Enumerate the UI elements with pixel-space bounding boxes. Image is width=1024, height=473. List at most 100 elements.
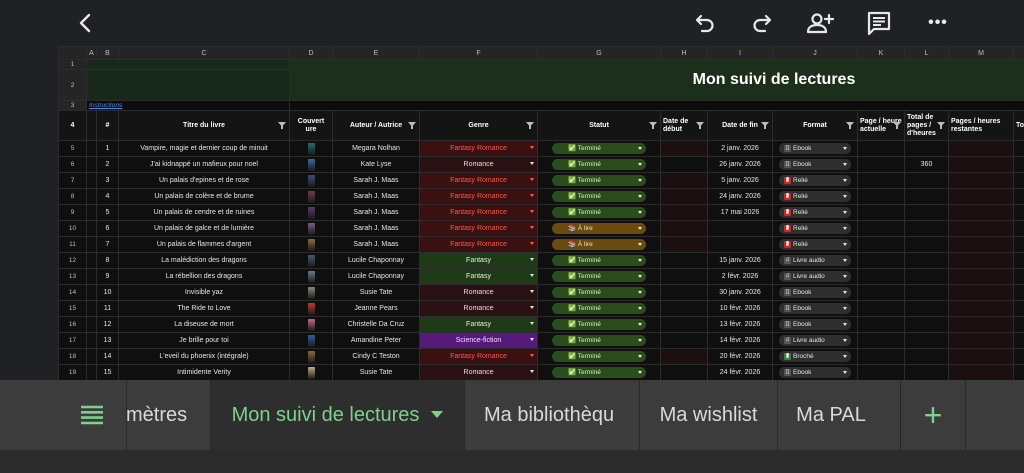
book-number-cell[interactable]: 14 bbox=[96, 348, 119, 365]
start-date-cell[interactable] bbox=[660, 316, 708, 333]
author-cell[interactable]: Lucile Chaponnay bbox=[332, 252, 420, 269]
format-dropdown[interactable]: ▮ Relié bbox=[779, 191, 851, 202]
pages-hour-cell[interactable] bbox=[857, 284, 905, 301]
genre-dropdown[interactable]: Romance bbox=[420, 365, 537, 380]
author-cell[interactable]: Susie Tate bbox=[332, 364, 420, 380]
cell[interactable] bbox=[86, 364, 97, 380]
row-number[interactable]: 9 bbox=[58, 204, 87, 221]
column-header[interactable]: C bbox=[118, 46, 290, 60]
total-pages-cell[interactable] bbox=[904, 348, 949, 365]
end-date-cell[interactable]: 15 janv. 2026 bbox=[707, 252, 773, 269]
status-dropdown[interactable]: ✅ Terminé bbox=[552, 335, 646, 346]
genre-dropdown[interactable]: Fantasy Romance bbox=[420, 205, 537, 220]
remaining-pages-cell[interactable] bbox=[948, 156, 1014, 173]
row-number[interactable]: 12 bbox=[58, 252, 87, 269]
column-header[interactable]: M bbox=[948, 46, 1014, 60]
end-date-cell[interactable]: 13 févr. 2026 bbox=[707, 316, 773, 333]
format-dropdown[interactable]: ▯ Ebook bbox=[779, 287, 851, 298]
remaining-pages-cell[interactable] bbox=[948, 236, 1014, 253]
genre-cell[interactable]: Fantasy Romance bbox=[419, 236, 538, 253]
start-date-cell[interactable] bbox=[660, 172, 708, 189]
cell[interactable] bbox=[86, 110, 97, 141]
row-number[interactable]: 8 bbox=[58, 188, 87, 205]
row-number[interactable]: 19 bbox=[58, 364, 87, 380]
cover-cell[interactable] bbox=[289, 332, 333, 349]
book-number-cell[interactable]: 10 bbox=[96, 284, 119, 301]
genre-cell[interactable]: Fantasy Romance bbox=[419, 140, 538, 157]
genre-cell[interactable]: Fantasy Romance bbox=[419, 348, 538, 365]
extra-cell[interactable] bbox=[1013, 140, 1024, 157]
book-number-cell[interactable]: 9 bbox=[96, 268, 119, 285]
pages-hour-cell[interactable] bbox=[857, 348, 905, 365]
remaining-pages-cell[interactable] bbox=[948, 268, 1014, 285]
filter-icon[interactable] bbox=[526, 122, 534, 129]
format-dropdown[interactable]: ▮ Broché bbox=[779, 351, 851, 362]
cell[interactable] bbox=[86, 300, 97, 317]
tab-ma-wishlist[interactable]: Ma wishlist bbox=[640, 380, 777, 450]
format-cell[interactable]: ♫ Livre audio bbox=[772, 268, 858, 285]
row-number[interactable]: 10 bbox=[58, 220, 87, 237]
status-cell[interactable]: ✅ Terminé bbox=[537, 156, 661, 173]
pages-hour-cell[interactable] bbox=[857, 300, 905, 317]
book-number-cell[interactable]: 8 bbox=[96, 252, 119, 269]
column-header[interactable]: E bbox=[332, 46, 420, 60]
row-number[interactable]: 1 bbox=[58, 59, 87, 70]
start-date-cell[interactable] bbox=[660, 188, 708, 205]
status-dropdown[interactable]: ✅ Terminé bbox=[552, 351, 646, 362]
start-date-cell[interactable] bbox=[660, 204, 708, 221]
genre-dropdown[interactable]: Fantasy Romance bbox=[420, 349, 537, 364]
extra-cell[interactable] bbox=[1013, 220, 1024, 237]
cover-cell[interactable] bbox=[289, 140, 333, 157]
status-cell[interactable]: ✅ Terminé bbox=[537, 188, 661, 205]
pages-hour-cell[interactable] bbox=[857, 316, 905, 333]
format-cell[interactable]: ▮ Relié bbox=[772, 188, 858, 205]
genre-cell[interactable]: Romance bbox=[419, 300, 538, 317]
filter-icon[interactable] bbox=[761, 122, 769, 129]
format-dropdown[interactable]: ▯ Ebook bbox=[779, 367, 851, 378]
start-date-cell[interactable] bbox=[660, 348, 708, 365]
total-pages-cell[interactable] bbox=[904, 204, 949, 221]
total-pages-cell[interactable] bbox=[904, 220, 949, 237]
row-number[interactable]: 14 bbox=[58, 284, 87, 301]
format-dropdown[interactable]: ▯ Ebook bbox=[779, 319, 851, 330]
genre-cell[interactable]: Fantasy Romance bbox=[419, 172, 538, 189]
instructions-link[interactable]: Instructions bbox=[86, 100, 290, 111]
total-pages-cell[interactable] bbox=[904, 300, 949, 317]
row-number[interactable]: 3 bbox=[58, 100, 87, 111]
status-dropdown[interactable]: ✅ Terminé bbox=[552, 255, 646, 266]
book-title-cell[interactable]: Un palais de colère et de brume bbox=[118, 188, 290, 205]
start-date-cell[interactable] bbox=[660, 236, 708, 253]
start-date-cell[interactable] bbox=[660, 364, 708, 380]
status-cell[interactable]: 📚 À lire bbox=[537, 220, 661, 237]
status-cell[interactable]: ✅ Terminé bbox=[537, 316, 661, 333]
column-header[interactable] bbox=[1013, 46, 1024, 60]
book-number-cell[interactable]: 5 bbox=[96, 204, 119, 221]
genre-dropdown[interactable]: Fantasy bbox=[420, 317, 537, 332]
format-cell[interactable]: ♫ Livre audio bbox=[772, 332, 858, 349]
row-number[interactable]: 7 bbox=[58, 172, 87, 189]
book-title-cell[interactable]: J'ai kidnappé un mafieux pour noel bbox=[118, 156, 290, 173]
end-date-cell[interactable]: 20 févr. 2026 bbox=[707, 348, 773, 365]
extra-cell[interactable] bbox=[1013, 300, 1024, 317]
status-dropdown[interactable]: ✅ Terminé bbox=[552, 191, 646, 202]
format-cell[interactable]: ♫ Livre audio bbox=[772, 252, 858, 269]
add-sheet-button[interactable]: + bbox=[901, 380, 965, 450]
genre-cell[interactable]: Fantasy bbox=[419, 316, 538, 333]
end-date-cell[interactable]: 5 janv. 2026 bbox=[707, 172, 773, 189]
start-date-cell[interactable] bbox=[660, 300, 708, 317]
column-header[interactable]: G bbox=[537, 46, 661, 60]
tab-parametres[interactable]: mètres bbox=[126, 380, 210, 450]
tab-mon-suivi-de-lectures[interactable]: Mon suivi de lectures bbox=[211, 380, 464, 450]
pages-hour-cell[interactable] bbox=[857, 364, 905, 380]
cover-cell[interactable] bbox=[289, 156, 333, 173]
header-extra[interactable]: To bbox=[1013, 110, 1024, 141]
genre-dropdown[interactable]: Romance bbox=[420, 301, 537, 316]
remaining-pages-cell[interactable] bbox=[948, 140, 1014, 157]
end-date-cell[interactable]: 2 janv. 2026 bbox=[707, 140, 773, 157]
extra-cell[interactable] bbox=[1013, 204, 1024, 221]
genre-dropdown[interactable]: Fantasy Romance bbox=[420, 173, 537, 188]
status-cell[interactable]: ✅ Terminé bbox=[537, 140, 661, 157]
start-date-cell[interactable] bbox=[660, 156, 708, 173]
total-pages-cell[interactable] bbox=[904, 268, 949, 285]
genre-dropdown[interactable]: Fantasy Romance bbox=[420, 237, 537, 252]
